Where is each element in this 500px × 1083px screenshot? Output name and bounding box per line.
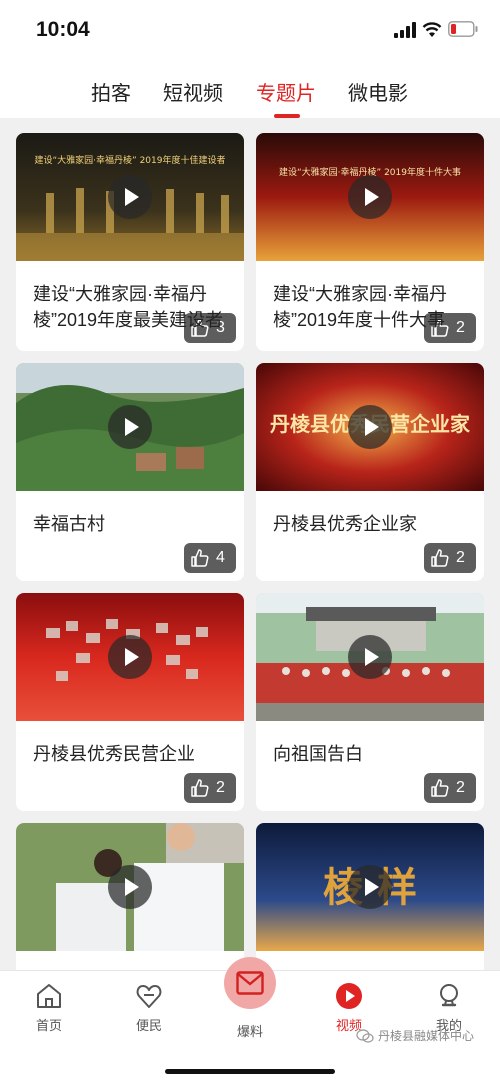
like-count: 2	[456, 549, 465, 566]
play-button[interactable]	[108, 405, 152, 449]
play-button[interactable]	[348, 635, 392, 679]
thumbs-up-icon	[191, 549, 209, 567]
signal-icon	[394, 22, 416, 38]
home-icon	[37, 984, 61, 1008]
play-button[interactable]	[348, 175, 392, 219]
wifi-icon	[422, 22, 442, 37]
watermark: 丹棱县融媒体中心	[356, 1027, 474, 1044]
video-card[interactable]: 建设“大雅家园·幸福丹棱” 2019年度十佳建设者 3 建设“大雅家园·幸福丹棱…	[16, 133, 244, 351]
wechat-icon	[356, 1028, 374, 1043]
category-tabs: 拍客 短视频 专题片 微电影	[0, 60, 500, 118]
nav-services-label: 便民	[135, 1018, 162, 1033]
like-badge[interactable]: 2	[184, 773, 236, 803]
like-count: 2	[456, 779, 465, 796]
watermark-text: 丹棱县融媒体中心	[378, 1029, 475, 1043]
nav-report-label: 爆料	[236, 1024, 263, 1039]
thumbnail-overlay-text: 建设“大雅家园·幸福丹棱” 2019年度十佳建设者	[35, 154, 226, 166]
bottom-nav: 首页 便民 爆料 视频 我的 丹棱县融媒体中心	[0, 957, 500, 1083]
status-bar: 10:04	[0, 0, 500, 60]
tab-micro-film[interactable]: 微电影	[348, 77, 408, 106]
status-time: 10:04	[36, 18, 90, 41]
nav-home-label: 首页	[35, 1018, 62, 1033]
video-title: 丹棱县优秀企业家	[273, 514, 417, 534]
report-button[interactable]	[224, 957, 276, 1009]
thumbs-up-icon	[431, 779, 449, 797]
tab-paike[interactable]: 拍客	[91, 77, 131, 106]
like-count: 4	[216, 549, 225, 566]
video-card[interactable]: 2 向祖国告白	[256, 593, 484, 811]
nav-home[interactable]: 首页	[14, 981, 84, 1034]
like-count: 2	[216, 779, 225, 796]
video-title: 向祖国告白	[273, 744, 363, 764]
tab-feature-film[interactable]: 专题片	[256, 77, 316, 106]
tab-short-video[interactable]: 短视频	[163, 77, 223, 106]
mail-icon	[236, 971, 264, 995]
heart-icon	[136, 985, 162, 1008]
nav-services[interactable]: 便民	[114, 981, 184, 1034]
video-card[interactable]: 4 幸福古村	[16, 363, 244, 581]
video-play-icon	[336, 983, 362, 1009]
thumbs-up-icon	[191, 779, 209, 797]
video-card[interactable]: 2	[16, 823, 244, 970]
video-title: 丹棱县优秀民营企业	[33, 744, 195, 764]
video-grid: 建设“大雅家园·幸福丹棱” 2019年度十佳建设者 3 建设“大雅家园·幸福丹棱…	[0, 118, 500, 970]
video-card[interactable]: 建设“大雅家园·幸福丹棱” 2019年度十件大事 2 建设“大雅家园·幸福丹棱”…	[256, 133, 484, 351]
battery-icon	[448, 21, 478, 37]
play-button[interactable]	[348, 865, 392, 909]
video-card[interactable]: 丹棱县优秀民营企业家 2 丹棱县优秀企业家	[256, 363, 484, 581]
play-button[interactable]	[108, 635, 152, 679]
video-title: 幸福古村	[33, 514, 105, 534]
video-card[interactable]: 2 丹棱县优秀民营企业	[16, 593, 244, 811]
video-title: 建设“大雅家园·幸福丹棱”2019年度十件大事	[273, 284, 447, 330]
like-badge[interactable]: 4	[184, 543, 236, 573]
profile-icon	[440, 984, 458, 1007]
video-title: 建设“大雅家园·幸福丹棱”2019年度最美建设者	[33, 284, 224, 330]
thumbs-up-icon	[431, 549, 449, 567]
video-card[interactable]: 棱 样 2	[256, 823, 484, 970]
like-badge[interactable]: 2	[424, 543, 476, 573]
play-button[interactable]	[348, 405, 392, 449]
like-badge[interactable]: 2	[424, 773, 476, 803]
play-button[interactable]	[108, 175, 152, 219]
home-indicator	[165, 1069, 335, 1074]
play-button[interactable]	[108, 865, 152, 909]
